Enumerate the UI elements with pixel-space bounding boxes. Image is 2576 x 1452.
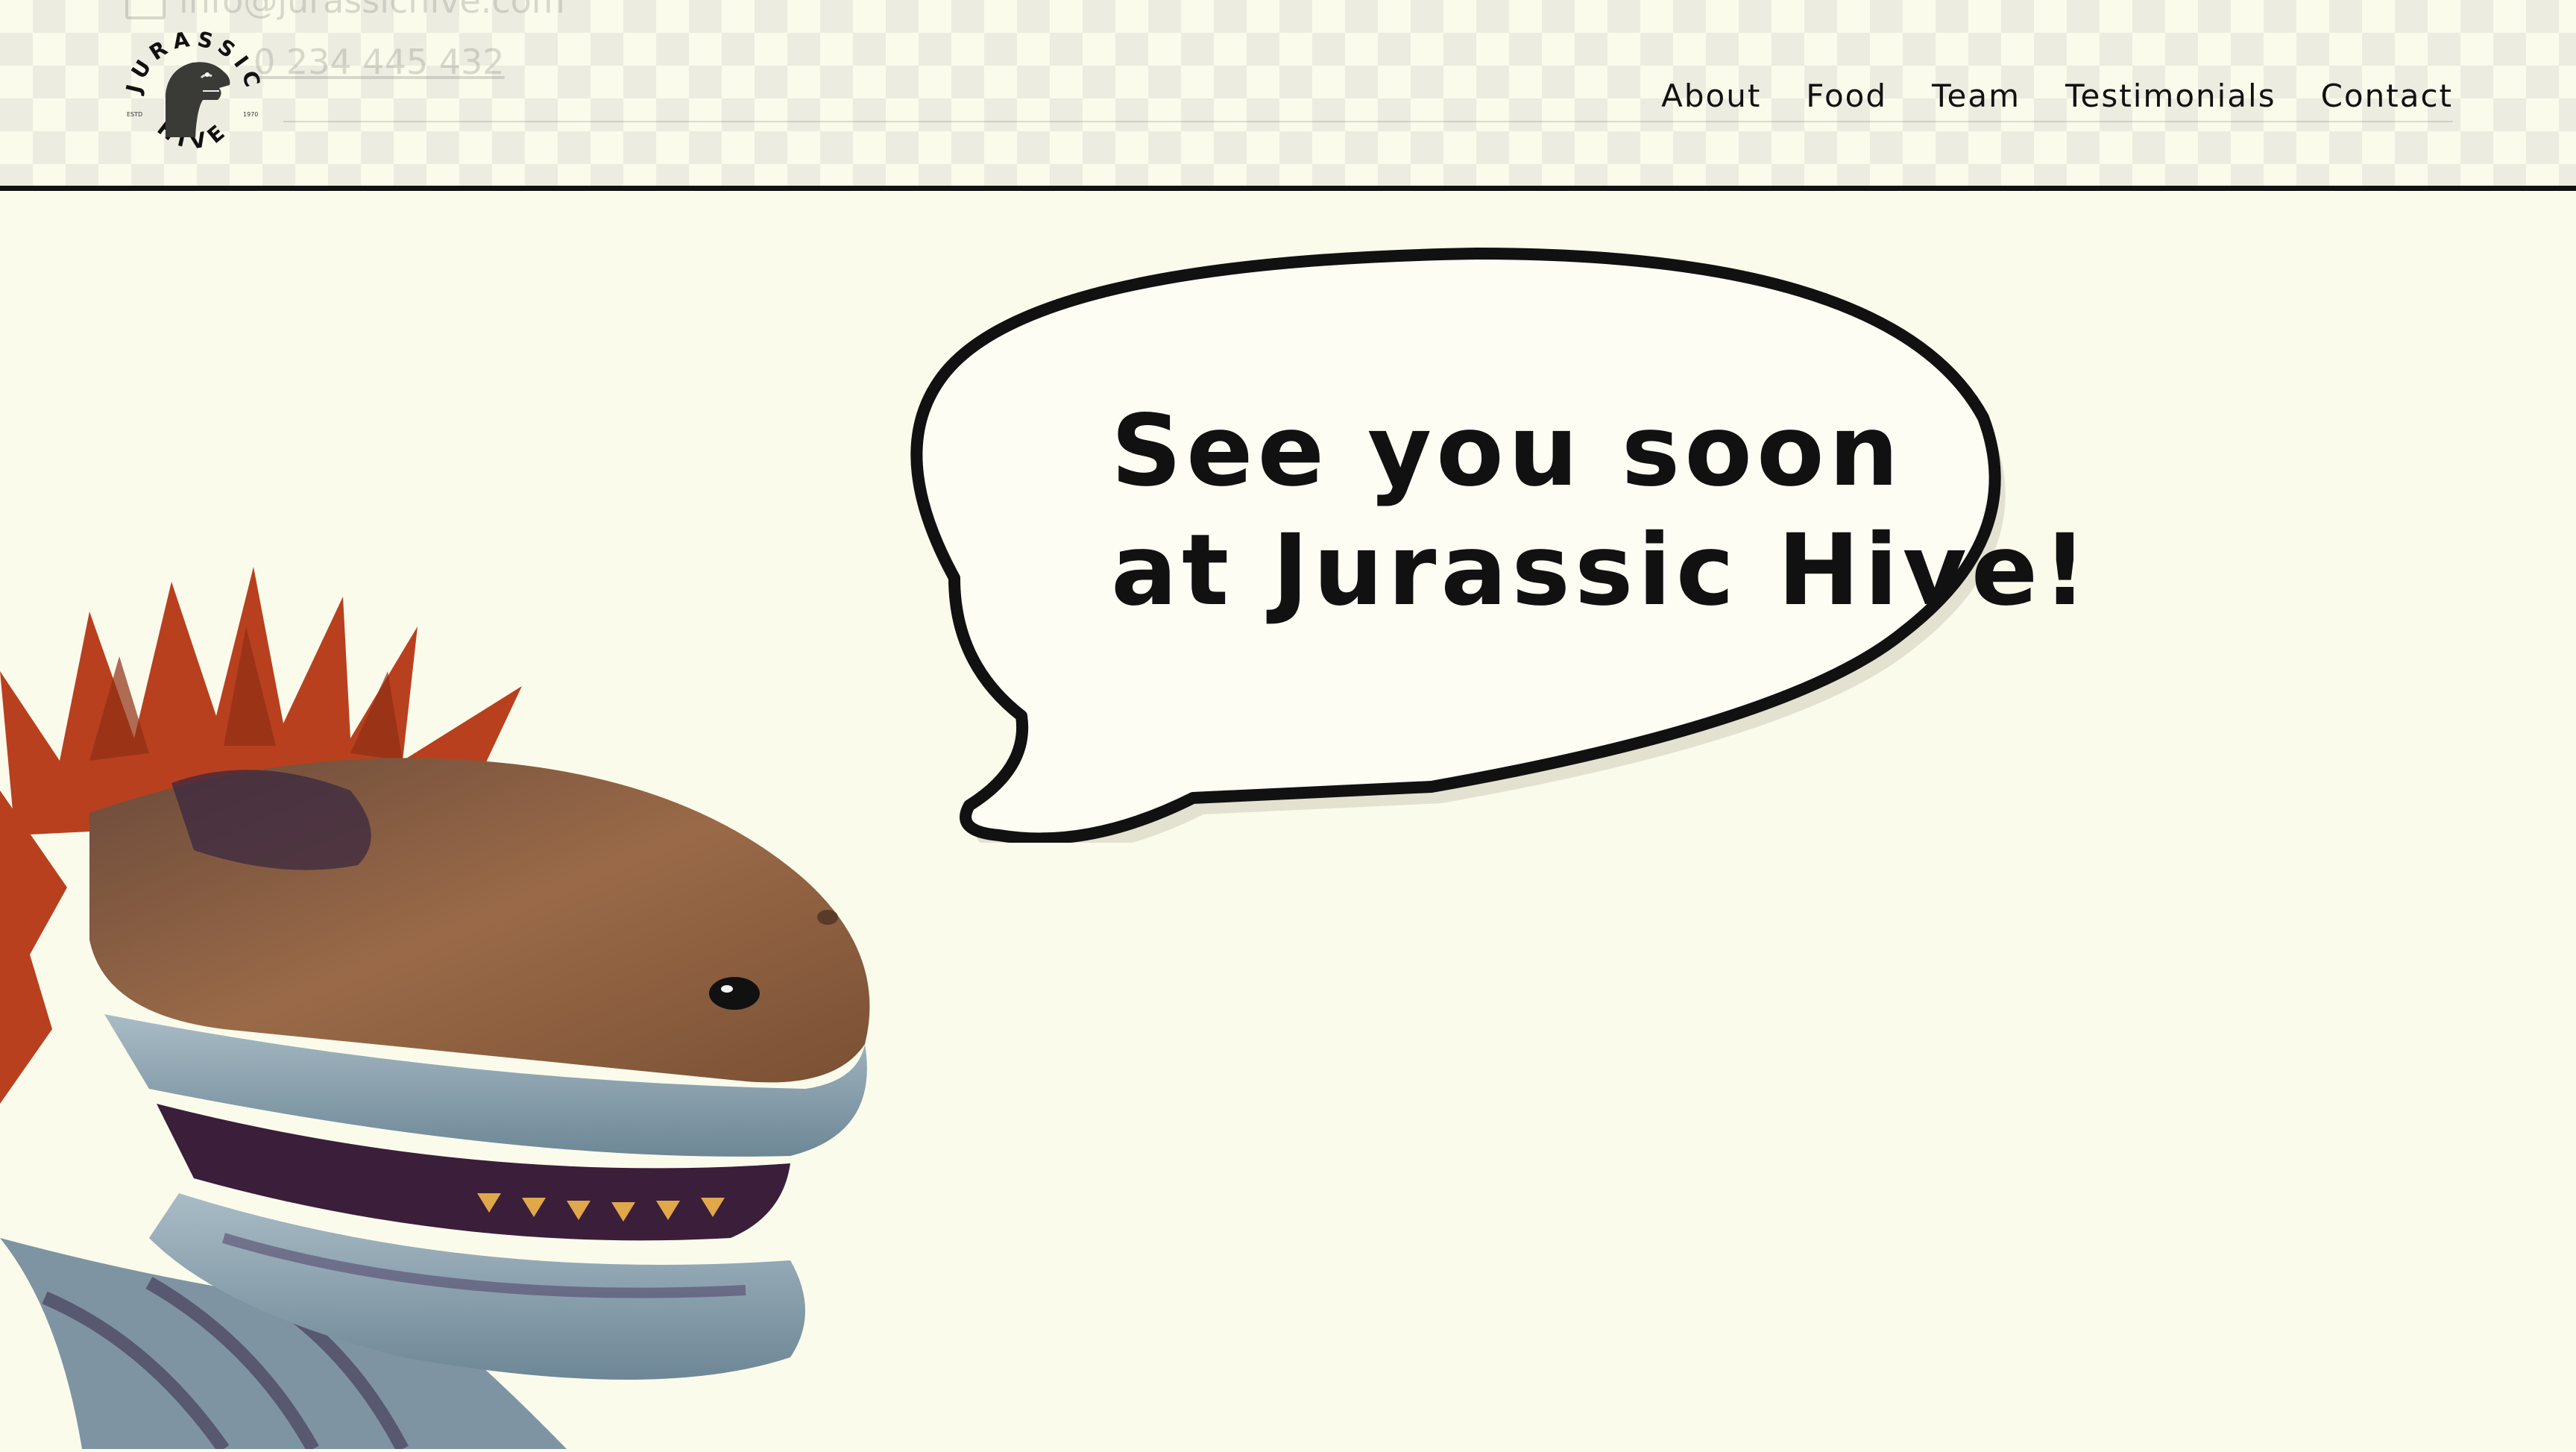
nav-testimonials[interactable]: Testimonials — [2065, 78, 2276, 114]
nav-food[interactable]: Food — [1806, 78, 1887, 114]
logo-right-mark: 1970 — [243, 111, 258, 118]
bubble-message: See you soon at Jurassic Hive! — [1111, 392, 2092, 630]
main-nav: About Food Team Testimonials Contact — [1661, 78, 2453, 114]
ghost-email: info@jurassichive.com — [179, 0, 565, 21]
nav-divider — [283, 121, 2453, 122]
logo-link[interactable]: JURASSIC HIVE ESTD 1970 — [119, 25, 268, 175]
nav-contact[interactable]: Contact — [2321, 78, 2453, 114]
dinosaur-illustration — [0, 567, 925, 1452]
logo-left-mark: ESTD — [127, 111, 142, 118]
bubble-line-1: See you soon — [1111, 394, 1903, 509]
ghost-phone: 0 234 445 432 — [253, 42, 505, 82]
speech-bubble: See you soon at Jurassic Hive! — [910, 246, 2092, 843]
nav-about[interactable]: About — [1661, 78, 1761, 114]
email-icon — [125, 0, 166, 19]
nav-team[interactable]: Team — [1932, 78, 2021, 114]
dinosaur-puppet-icon — [0, 567, 870, 1452]
site-header: info@jurassichive.com 0 234 445 432 JURA… — [0, 0, 2576, 191]
dinosaur-head-logo-icon: JURASSIC HIVE ESTD 1970 — [121, 26, 261, 154]
bubble-line-2: at Jurassic Hive! — [1111, 513, 2092, 628]
